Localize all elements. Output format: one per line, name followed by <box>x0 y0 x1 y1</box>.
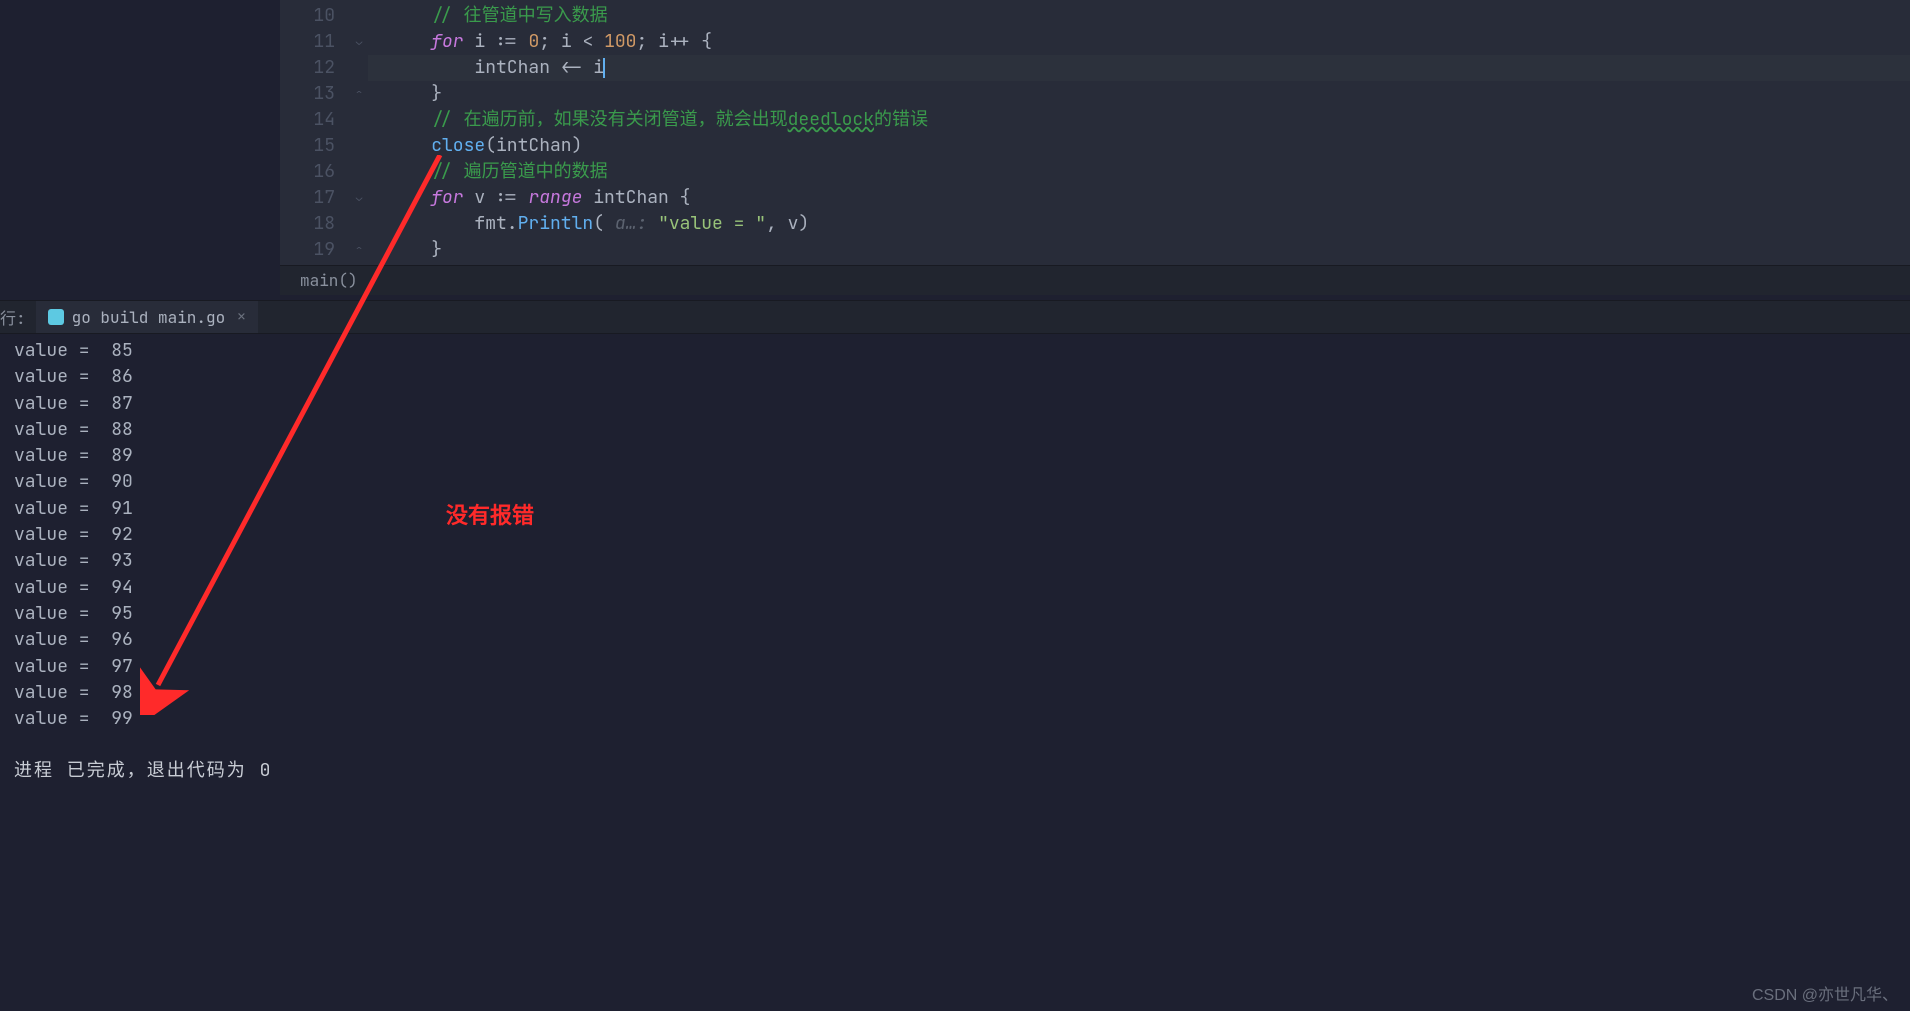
line-number: 10 <box>280 3 350 29</box>
output-line: value = 95 <box>14 601 1910 627</box>
code-line[interactable]: } <box>368 237 1910 263</box>
code-line[interactable]: // 遍历管道中的数据 <box>368 159 1910 185</box>
line-number: 13 <box>280 81 350 107</box>
line-number: 12 <box>280 55 350 81</box>
line-number: 18 <box>280 211 350 237</box>
code-line[interactable]: for v := range intChan { <box>368 185 1910 211</box>
output-line: value = 90 <box>14 469 1910 495</box>
code-line[interactable]: for i := 0; i < 100; i++ { <box>368 29 1910 55</box>
line-number: 19 <box>280 237 350 263</box>
watermark: CSDN @亦世凡华、 <box>1752 981 1898 1005</box>
fold-marker <box>350 3 368 29</box>
run-tool-window-header: 行: go build main.go ✕ <box>0 300 1910 334</box>
annotation-text: 没有报错 <box>446 498 534 530</box>
fold-marker[interactable]: ⌃ <box>350 81 368 107</box>
fold-marker[interactable]: ⌄ <box>350 29 368 55</box>
code-content[interactable]: // 往管道中写入数据 for i := 0; i < 100; i++ { i… <box>368 0 1910 265</box>
output-line: value = 88 <box>14 417 1910 443</box>
line-number: 16 <box>280 159 350 185</box>
output-line: value = 89 <box>14 443 1910 469</box>
run-tab-label: go build main.go <box>72 307 226 328</box>
run-label: 行: <box>0 305 36 329</box>
close-icon[interactable]: ✕ <box>237 308 245 326</box>
code-line[interactable]: // 在遍历前，如果没有关闭管道，就会出现deedlock的错误 <box>368 107 1910 133</box>
code-editor[interactable]: 10111213141516171819 ⌄ ⌃ ⌄ ⌃ // 往管道中写入数据 fo… <box>280 0 1910 265</box>
output-line: value = 86 <box>14 364 1910 390</box>
output-line: value = 96 <box>14 627 1910 653</box>
output-line: value = 94 <box>14 575 1910 601</box>
code-line[interactable]: fmt.Println( a…: "value = ", v) <box>368 211 1910 237</box>
line-number: 15 <box>280 133 350 159</box>
code-line[interactable]: // 往管道中写入数据 <box>368 3 1910 29</box>
code-line[interactable]: close(intChan) <box>368 133 1910 159</box>
line-number-gutter: 10111213141516171819 <box>280 0 350 265</box>
fold-marker <box>350 133 368 159</box>
line-number: 11 <box>280 29 350 55</box>
process-exit-message: 进程 已完成，退出代码为 0 <box>14 758 1910 784</box>
run-output[interactable]: value = 85value = 86value = 87value = 88… <box>0 334 1910 1011</box>
code-line[interactable]: intChan <- i <box>368 55 1910 81</box>
output-line: value = 87 <box>14 391 1910 417</box>
fold-marker <box>350 159 368 185</box>
fold-marker <box>350 211 368 237</box>
fold-marker[interactable]: ⌄ <box>350 185 368 211</box>
output-line: value = 98 <box>14 680 1910 706</box>
line-number: 14 <box>280 107 350 133</box>
output-line: value = 92 <box>14 522 1910 548</box>
line-number: 17 <box>280 185 350 211</box>
fold-marker[interactable]: ⌃ <box>350 237 368 263</box>
output-line: value = 99 <box>14 706 1910 732</box>
output-line: value = 93 <box>14 548 1910 574</box>
output-line: value = 97 <box>14 654 1910 680</box>
fold-marker <box>350 55 368 81</box>
output-line: value = 91 <box>14 496 1910 522</box>
output-line: value = 85 <box>14 338 1910 364</box>
code-line[interactable]: } <box>368 81 1910 107</box>
breadcrumb[interactable]: main() <box>280 265 1910 295</box>
go-file-icon <box>48 309 64 325</box>
run-tab[interactable]: go build main.go ✕ <box>36 301 258 333</box>
fold-gutter: ⌄ ⌃ ⌄ ⌃ <box>350 0 368 265</box>
fold-marker <box>350 107 368 133</box>
